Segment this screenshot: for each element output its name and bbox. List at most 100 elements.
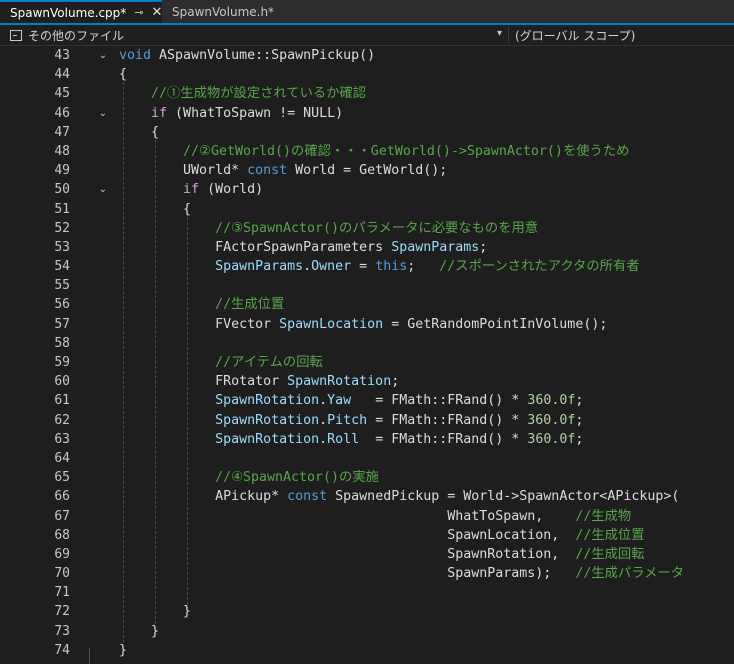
- code-line[interactable]: FRotator SpawnRotation;: [119, 372, 684, 391]
- code-token: .: [319, 431, 328, 447]
- pin-icon[interactable]: ⊸: [134, 6, 143, 19]
- line-number: 65: [54, 470, 70, 486]
- chevron-down-icon[interactable]: ▾: [497, 28, 502, 39]
- line-number: 71: [54, 585, 70, 601]
- code-line[interactable]: {: [119, 200, 684, 219]
- code-line[interactable]: }: [119, 641, 684, 660]
- tab-spawnvolume-cpp[interactable]: SpawnVolume.cpp* ⊸ ✕: [0, 0, 162, 23]
- code-line[interactable]: UWorld* const World = GetWorld();: [119, 161, 684, 180]
- code-token: .: [319, 412, 328, 428]
- code-token: {: [119, 124, 160, 140]
- code-line[interactable]: WhatToSpawn, //生成物: [119, 507, 684, 526]
- line-number: 46: [54, 105, 70, 121]
- code-line[interactable]: if (World): [119, 180, 684, 199]
- code-token: ;: [575, 431, 584, 447]
- scope-dropdown[interactable]: (グローバル スコープ): [515, 26, 635, 44]
- code-line[interactable]: }: [119, 602, 684, 621]
- code-token: SpawnLocation,: [119, 527, 576, 543]
- line-number: 58: [54, 335, 70, 351]
- tab-spawnvolume-h[interactable]: SpawnVolume.h*: [162, 0, 304, 23]
- code-token: SpawnRotation: [119, 431, 320, 447]
- code-token: //③SpawnActor()のパラメータに必要なものを用意: [119, 220, 539, 236]
- fold-toggle-icon[interactable]: ⌄: [97, 180, 109, 199]
- project-dropdown[interactable]: その他のファイル ▾: [4, 26, 506, 44]
- close-icon[interactable]: ✕: [152, 5, 163, 20]
- file-icon: [10, 29, 22, 41]
- code-token: SpawnRotation: [119, 412, 320, 428]
- line-number: 55: [54, 278, 70, 294]
- code-line[interactable]: FActorSpawnParameters SpawnParams;: [119, 238, 684, 257]
- code-token: Pitch: [327, 412, 368, 428]
- code-line[interactable]: [119, 334, 684, 353]
- code-token: //スポーンされたアクタの所有者: [439, 259, 640, 275]
- code-line[interactable]: [119, 449, 684, 468]
- line-number: 51: [54, 201, 70, 217]
- fold-toggle-icon[interactable]: ⌄: [97, 104, 109, 123]
- code-token: SpawnParams);: [119, 566, 576, 582]
- code-token: Yaw: [327, 393, 352, 409]
- code-line[interactable]: [119, 583, 684, 602]
- line-number: 62: [54, 412, 70, 428]
- code-token: FActorSpawnParameters: [119, 239, 392, 255]
- code-line[interactable]: SpawnRotation.Pitch = FMath::FRand() * 3…: [119, 411, 684, 430]
- code-token: //④SpawnActor()の実施: [119, 470, 379, 486]
- code-token: ;: [407, 259, 440, 275]
- code-token: Owner: [311, 259, 352, 275]
- code-token: //生成位置: [119, 297, 285, 313]
- code-line[interactable]: //①生成物が設定されているか確認: [119, 84, 684, 103]
- code-line[interactable]: {: [119, 123, 684, 142]
- code-line[interactable]: //生成位置: [119, 295, 684, 314]
- code-token: (World): [199, 182, 264, 198]
- code-token: 360.0f: [527, 412, 576, 428]
- code-line[interactable]: //②GetWorld()の確認・・・GetWorld()->SpawnActo…: [119, 142, 684, 161]
- code-line[interactable]: void ASpawnVolume::SpawnPickup(): [119, 46, 684, 65]
- code-token: //生成回転: [575, 546, 645, 562]
- code-line[interactable]: SpawnRotation, //生成回転: [119, 545, 684, 564]
- block-end-marker: [89, 648, 96, 664]
- code-line[interactable]: SpawnRotation.Yaw = FMath::FRand() * 360…: [119, 391, 684, 410]
- code-token: = FMath::FRand() *: [367, 412, 528, 428]
- line-number: 72: [54, 604, 70, 620]
- code-token: .: [319, 393, 328, 409]
- code-line[interactable]: {: [119, 65, 684, 84]
- line-number: 74: [54, 642, 70, 658]
- code-editor[interactable]: 43 44 45 46 47 48 49 50 51 52 53 54 55 56 57 58 59 60 61 62…: [0, 46, 734, 664]
- code-line[interactable]: //③SpawnActor()のパラメータに必要なものを用意: [119, 219, 684, 238]
- tab-bar: SpawnVolume.cpp* ⊸ ✕ SpawnVolume.h*: [0, 0, 734, 23]
- code-line[interactable]: SpawnLocation, //生成位置: [119, 526, 684, 545]
- code-token: const: [247, 163, 288, 179]
- code-area[interactable]: void ASpawnVolume::SpawnPickup(){ //①生成物…: [119, 46, 684, 660]
- code-token: SpawnRotation,: [119, 546, 576, 562]
- code-token: {: [119, 201, 192, 217]
- code-line[interactable]: [119, 276, 684, 295]
- tab-label: SpawnVolume.h*: [172, 4, 275, 19]
- code-line[interactable]: SpawnRotation.Roll = FMath::FRand() * 36…: [119, 430, 684, 449]
- code-token: FVector: [119, 316, 280, 332]
- code-token: 360.0f: [527, 431, 576, 447]
- code-line[interactable]: APickup* const SpawnedPickup = World->Sp…: [119, 487, 684, 506]
- code-token: UWorld*: [119, 163, 248, 179]
- fold-toggle-icon[interactable]: ⌄: [97, 46, 109, 65]
- code-line[interactable]: FVector SpawnLocation = GetRandomPointIn…: [119, 315, 684, 334]
- code-token: Roll: [327, 431, 360, 447]
- line-number: 70: [54, 566, 70, 582]
- code-token: ;: [391, 374, 400, 390]
- code-token: = FMath::FRand() *: [359, 431, 528, 447]
- code-line[interactable]: }: [119, 622, 684, 641]
- code-line[interactable]: SpawnParams.Owner = this; //スポーンされたアクタの所…: [119, 257, 684, 276]
- line-number: 59: [54, 355, 70, 370]
- code-line[interactable]: SpawnParams); //生成パラメータ: [119, 564, 684, 583]
- line-number: 48: [54, 143, 70, 159]
- line-number: 68: [54, 527, 70, 543]
- line-number-gutter: 43 44 45 46 47 48 49 50 51 52 53 54 55 56 57 58 59 60 61 62…: [0, 46, 70, 660]
- code-line[interactable]: //アイテムの回転: [119, 353, 684, 372]
- line-number: 50: [54, 182, 70, 198]
- line-number: 43: [54, 48, 70, 63]
- code-line[interactable]: //④SpawnActor()の実施: [119, 468, 684, 487]
- code-token: SpawnLocation: [279, 316, 384, 332]
- line-number: 56: [54, 297, 70, 313]
- code-token: //生成物: [575, 508, 632, 524]
- line-number: 66: [54, 489, 70, 505]
- code-line[interactable]: if (WhatToSpawn != NULL): [119, 104, 684, 123]
- line-number: 45: [54, 86, 70, 102]
